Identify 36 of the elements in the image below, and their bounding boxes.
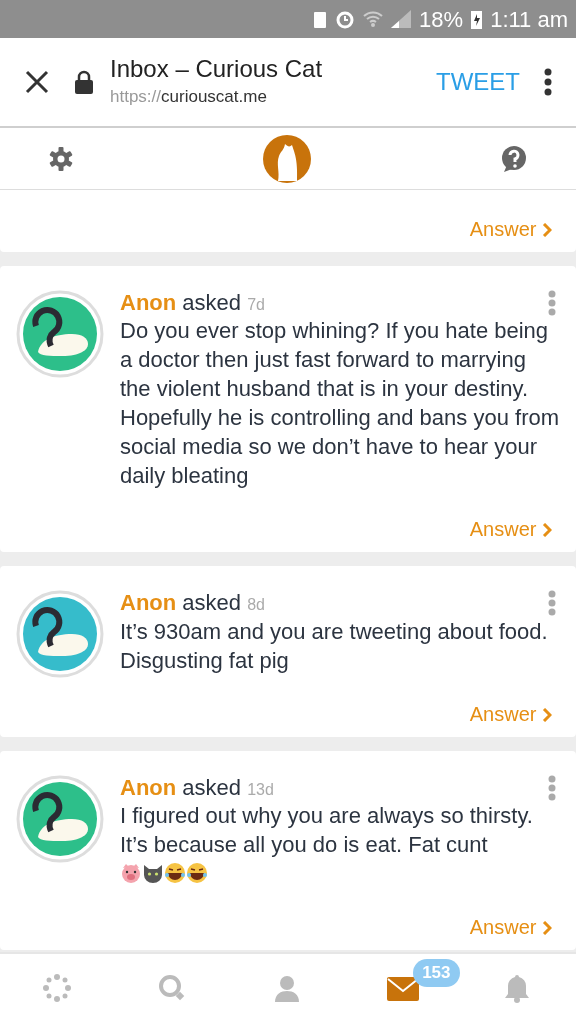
battery-saver-icon: [313, 10, 328, 28]
lock-icon: [74, 70, 94, 94]
discover-icon[interactable]: [41, 973, 74, 1005]
question-header: Anon asked 7d: [120, 290, 265, 317]
question-text: I figured out why you are always so thirsty. It’s because all you do is eat. Fat cunt: [120, 802, 534, 860]
question-text: Do you ever stop whining? If you hate being a doctor then just fast forward to marrying the violent husband that is in your destiny. Hopefully he is controlling and bans you from social media so we don’t have to hear your daily bleating: [120, 317, 560, 491]
answer-link[interactable]: Answer: [469, 912, 552, 943]
answer-link[interactable]: Answer: [469, 214, 552, 244]
question-header: Anon asked 13d: [120, 774, 274, 802]
question-text: It’s 930am and you are tweeting about food. Disgusting fat pig: [120, 617, 549, 675]
unread-count: 153: [413, 959, 460, 987]
signal-icon: [391, 10, 412, 28]
question-header: Anon asked 8d: [120, 590, 265, 617]
chevron-right-icon: [542, 523, 552, 538]
pig-emoji: [120, 862, 142, 885]
cat-logo[interactable]: [262, 133, 312, 184]
chevron-right-icon: [542, 707, 552, 722]
alarm-icon: [335, 9, 356, 29]
more-options-icon[interactable]: [544, 68, 552, 96]
help-icon[interactable]: [500, 144, 528, 173]
battery-charging-icon: [471, 9, 483, 29]
clock: 1:11 am: [490, 5, 568, 34]
wifi-icon: [363, 10, 384, 28]
answer-link[interactable]: Answer: [469, 514, 552, 545]
laughing-emoji: [164, 862, 186, 885]
settings-icon[interactable]: [48, 145, 74, 172]
laughing-emoji: [186, 862, 208, 885]
tweet-button[interactable]: TWEET: [436, 64, 520, 100]
chevron-right-icon: [542, 223, 552, 237]
page-title: Inbox – Curious Cat: [110, 54, 324, 84]
battery-percentage: 18%: [419, 5, 464, 34]
chevron-right-icon: [542, 921, 552, 936]
close-button[interactable]: [24, 69, 50, 95]
page-url: https://curiouscat.me: [110, 85, 268, 108]
cat-emoji: [142, 862, 164, 885]
answer-link[interactable]: Answer: [469, 698, 552, 729]
